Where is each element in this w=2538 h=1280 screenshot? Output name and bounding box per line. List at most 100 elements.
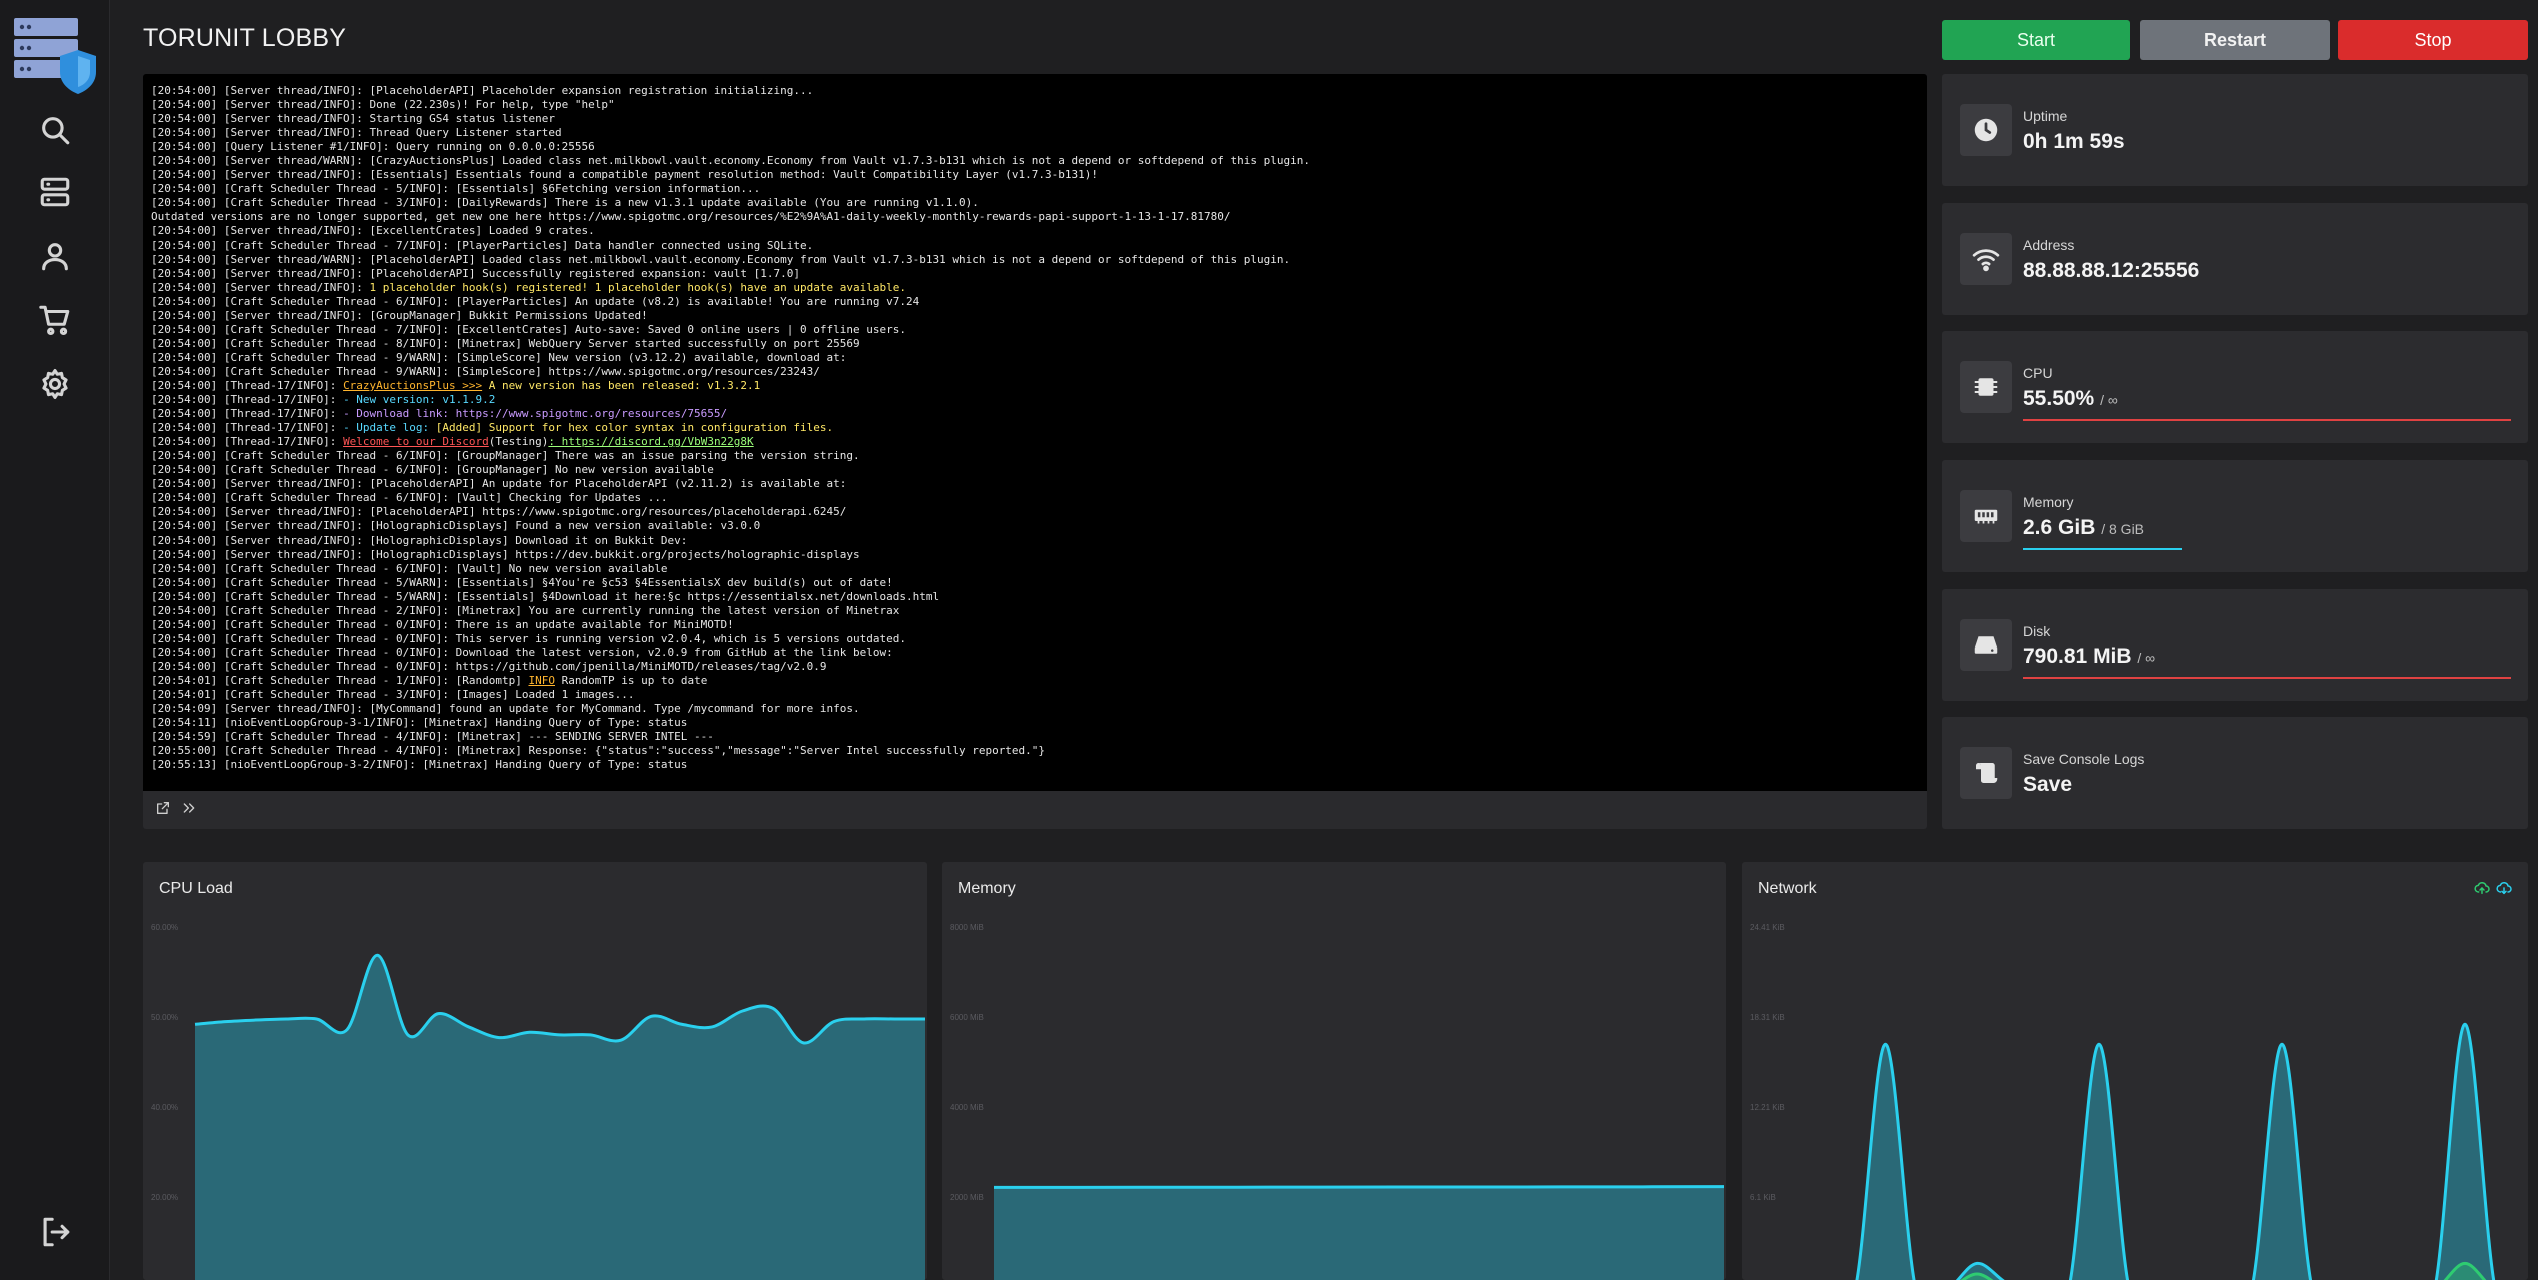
wifi-icon [1960, 233, 2012, 285]
console-text: [20:54:00] [Server thread/INFO]: Done (2… [151, 98, 615, 112]
cpu-label: CPU [2023, 365, 2053, 381]
console-toolbar [143, 791, 1927, 829]
console-line: [20:54:00] [Craft Scheduler Thread - 9/W… [151, 365, 1919, 379]
console-text: [20:54:00] [Craft Scheduler Thread - 0/I… [151, 617, 734, 631]
console-text: [20:54:00] [Server thread/WARN]: [CrazyA… [151, 154, 1310, 168]
console-text: [20:54:00] [Craft Scheduler Thread - 8/I… [151, 336, 860, 350]
console-line: [20:54:00] [Craft Scheduler Thread - 6/I… [151, 562, 1919, 576]
console-text: [20:54:00] [Server thread/INFO]: [Hologr… [151, 533, 688, 547]
series-area [195, 955, 925, 1280]
console-line: [20:54:00] [Craft Scheduler Thread - 0/I… [151, 618, 1919, 632]
memory-value: 2.6 GiB / 8 GiB [2023, 516, 2144, 540]
logo[interactable] [12, 16, 100, 96]
console-text: [20:54:00] [Craft Scheduler Thread - 7/I… [151, 238, 814, 252]
y-tick-label: 18.31 KiB [1750, 1013, 1785, 1022]
console-text: [20:54:00] [Craft Scheduler Thread - 9/W… [151, 350, 847, 364]
console-line: [20:54:00] [Server thread/INFO]: [Placeh… [151, 505, 1919, 519]
console-text: [20:55:13] [nioEventLoopGroup-3-2/INFO]:… [151, 758, 688, 772]
console-line: [20:54:00] [Server thread/INFO]: Thread … [151, 126, 1919, 140]
disk-usage: 790.81 MiB [2023, 645, 2132, 668]
scroll-icon [1960, 747, 2012, 799]
y-tick-label: 60.00% [151, 923, 178, 932]
console-line: [20:54:00] [Craft Scheduler Thread - 8/I… [151, 337, 1919, 351]
y-tick-label: 4000 MiB [950, 1103, 984, 1112]
memory-limit: / 8 GiB [2101, 521, 2145, 537]
console-line: Outdated versions are no longer supporte… [151, 210, 1919, 224]
console-text: [20:54:00] [Craft Scheduler Thread - 5/I… [151, 182, 761, 196]
hard-drive-icon [1960, 619, 2012, 671]
restart-button[interactable]: Restart [2140, 20, 2330, 60]
console-line: [20:54:00] [Craft Scheduler Thread - 6/I… [151, 463, 1919, 477]
console-text: [20:54:00] [Craft Scheduler Thread - 6/I… [151, 491, 668, 505]
console-line: [20:54:00] [Server thread/INFO]: [Placeh… [151, 267, 1919, 281]
console-text: [20:54:00] [Server thread/INFO]: [Hologr… [151, 519, 761, 533]
disk-label: Disk [2023, 623, 2051, 639]
console-line: [20:54:00] [Craft Scheduler Thread - 5/W… [151, 590, 1919, 604]
console-text: [20:54:00] [Craft Scheduler Thread - 6/I… [151, 294, 920, 308]
console-text: [20:54:00] [Craft Scheduler Thread - 0/I… [151, 645, 893, 659]
console-line: [20:54:00] [Server thread/INFO]: [Hologr… [151, 548, 1919, 562]
console-text: [20:54:00] [Craft Scheduler Thread - 0/I… [151, 659, 827, 673]
address-label: Address [2023, 237, 2075, 253]
console-line: [20:54:00] [Craft Scheduler Thread - 0/I… [151, 660, 1919, 674]
console-line: [20:54:00] [Craft Scheduler Thread - 6/I… [151, 295, 1919, 309]
console-line: [20:54:00] [Server thread/INFO]: [GroupM… [151, 309, 1919, 323]
save-logs-label: Save Console Logs [2023, 751, 2145, 767]
stop-button[interactable]: Stop [2338, 20, 2528, 60]
console-lines: [20:54:00] [Server thread/INFO]: [Placeh… [151, 84, 1919, 772]
logout-icon[interactable] [33, 1210, 77, 1254]
network-chart: 24.41 KiB 18.31 KiB 12.21 KiB 6.1 KiB [1750, 923, 2496, 1280]
console-text: [20:54:00] [Server thread/INFO]: [151, 280, 370, 294]
console-output[interactable]: [20:54:00] [Server thread/INFO]: [Placeh… [143, 74, 1927, 791]
console-text: - Download link: https://www.spigotmc.or… [343, 407, 728, 421]
y-tick-label: 24.41 KiB [1750, 923, 1785, 932]
console-line: [20:54:00] [Thread-17/INFO]: CrazyAuctio… [151, 379, 1919, 393]
console-text: [20:54:00] [Craft Scheduler Thread - 6/I… [151, 463, 714, 477]
address-value[interactable]: 88.88.88.12:25556 [2023, 259, 2199, 283]
console-line: [20:54:00] [Server thread/INFO]: Startin… [151, 112, 1919, 126]
memory-chart: 8000 MiB 6000 MiB 4000 MiB 2000 MiB [950, 923, 1725, 1280]
series-line [994, 1185, 1725, 1189]
save-logs-card[interactable]: Save Console Logs Save [1942, 717, 2528, 829]
uptime-card: Uptime 0h 1m 59s [1942, 74, 2528, 186]
disk-limit: / ∞ [2137, 650, 2156, 666]
console-line: [20:54:00] [Thread-17/INFO]: - Update lo… [151, 421, 1919, 435]
console-line: [20:54:00] [Craft Scheduler Thread - 6/I… [151, 491, 1919, 505]
console-line: [20:55:13] [nioEventLoopGroup-3-2/INFO]:… [151, 758, 1919, 772]
console-line: [20:54:00] [Server thread/WARN]: [CrazyA… [151, 154, 1919, 168]
console-text: [20:54:00] [Server thread/INFO]: [GroupM… [151, 308, 648, 322]
network-graph-title: Network [1758, 880, 1817, 897]
cpu-usage-bar [2023, 419, 2511, 421]
start-button[interactable]: Start [1942, 20, 2130, 60]
gear-icon[interactable] [33, 362, 77, 406]
console-text: [20:54:00] [Server thread/INFO]: [Placeh… [151, 84, 814, 97]
console-text: - New version: v1.1.9.2 [343, 393, 496, 407]
save-logs-button[interactable]: Save [2023, 773, 2072, 797]
cpu-usage: 55.50% [2023, 387, 2095, 410]
memory-graph: Memory 8000 MiB 6000 MiB 4000 MiB 2000 MiB [942, 862, 1726, 1280]
y-tick-label: 6000 MiB [950, 1013, 984, 1022]
chevrons-right-icon[interactable] [181, 800, 197, 821]
console-line: [20:54:00] [Craft Scheduler Thread - 7/I… [151, 239, 1919, 253]
console-line: [20:54:00] [Craft Scheduler Thread - 5/I… [151, 182, 1919, 196]
user-icon[interactable] [33, 234, 77, 278]
cart-icon[interactable] [33, 298, 77, 342]
console-line: [20:54:00] [Server thread/INFO]: [Excell… [151, 224, 1919, 238]
external-link-icon[interactable] [155, 800, 171, 821]
server-icon[interactable] [33, 170, 77, 214]
console-text: [20:54:00] [Server thread/INFO]: [Hologr… [151, 547, 860, 561]
console-text: [20:54:00] [Server thread/WARN]: [Placeh… [151, 252, 1291, 266]
console-text: A new version has been released: v1.3.2.… [482, 378, 761, 392]
address-card[interactable]: Address 88.88.88.12:25556 [1942, 203, 2528, 315]
disk-value: 790.81 MiB / ∞ [2023, 645, 2155, 669]
search-icon[interactable] [33, 108, 77, 152]
console-text: (Testing) [488, 435, 549, 449]
cpu-graph-title: CPU Load [159, 880, 233, 897]
console-text: [20:54:00] [Thread-17/INFO]: [151, 393, 344, 407]
console-text: Outdated versions are no longer supporte… [151, 210, 1231, 224]
cpu-card: CPU 55.50% / ∞ [1942, 331, 2528, 443]
console-line: [20:54:00] [Craft Scheduler Thread - 2/I… [151, 604, 1919, 618]
y-tick-label: 2000 MiB [950, 1193, 984, 1202]
console-text: [20:54:00] [Server thread/INFO]: [Placeh… [151, 477, 847, 491]
y-tick-label: 50.00% [151, 1013, 178, 1022]
